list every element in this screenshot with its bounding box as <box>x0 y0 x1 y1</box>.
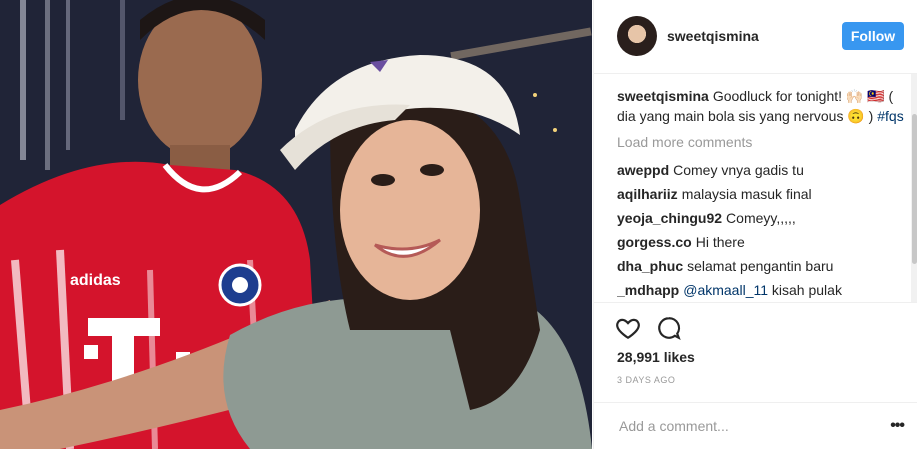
caption: sweetqismina Goodluck for tonight! 🙌🏻 🇲🇾 … <box>617 86 909 126</box>
header-username[interactable]: sweetqismina <box>667 28 759 44</box>
comment-username[interactable]: aweppd <box>617 162 669 178</box>
post-sidebar: sweetqismina Follow sweetqismina Goodluck… <box>593 0 917 449</box>
scrollbar-thumb[interactable] <box>912 114 917 264</box>
post-actions: 28,991 likes 3 DAYS AGO <box>594 302 917 402</box>
post-header: sweetqismina Follow <box>594 0 917 74</box>
follow-button[interactable]: Follow <box>842 22 904 50</box>
heart-icon[interactable] <box>615 315 641 341</box>
comment-username[interactable]: dha_phuc <box>617 258 683 274</box>
comment-item: aweppd Comey vnya gadis tu <box>617 160 909 180</box>
comment-item: gorgess.co Hi there <box>617 232 909 252</box>
avatar[interactable] <box>617 16 657 56</box>
comment-mention[interactable]: @akmaall_11 <box>683 282 768 298</box>
comment-text: Comeyy,,,,, <box>726 210 796 226</box>
comment-text: Hi there <box>695 234 745 250</box>
comment-item: dha_phuc selamat pengantin baru <box>617 256 909 276</box>
comment-item: yeoja_chingu92 Comeyy,,,,, <box>617 208 909 228</box>
comment-text: Comey vnya gadis tu <box>673 162 804 178</box>
svg-text:adidas: adidas <box>70 272 121 289</box>
caption-hashtag[interactable]: #fqs <box>877 108 903 124</box>
comment-text: selamat pengantin baru <box>687 258 834 274</box>
comment-username[interactable]: gorgess.co <box>617 234 692 250</box>
comment-item: _mdhapp @akmaall_11 kisah pulak <box>617 280 909 300</box>
caption-username[interactable]: sweetqismina <box>617 88 709 104</box>
comment-item: aqilhariiz malaysia masuk final <box>617 184 909 204</box>
add-comment-bar: ••• <box>594 402 917 449</box>
comment-list: sweetqismina Goodluck for tonight! 🙌🏻 🇲🇾 … <box>617 86 909 302</box>
post-date[interactable]: 3 DAYS AGO <box>617 375 675 385</box>
comment-icon[interactable] <box>656 315 682 341</box>
comments-scrollbar[interactable] <box>911 74 917 302</box>
post-photo[interactable]: adidas <box>0 0 592 449</box>
comment-username[interactable]: aqilhariiz <box>617 186 678 202</box>
more-options-icon[interactable]: ••• <box>890 417 905 435</box>
comment-username[interactable]: _mdhapp <box>617 282 679 298</box>
comment-text: malaysia masuk final <box>681 186 812 202</box>
photo-illustration: adidas <box>0 0 592 449</box>
likes-count[interactable]: 28,991 likes <box>617 349 695 365</box>
add-comment-input[interactable] <box>617 413 861 439</box>
comment-text: kisah pulak <box>771 282 842 298</box>
load-more-comments[interactable]: Load more comments <box>617 132 909 152</box>
comment-username[interactable]: yeoja_chingu92 <box>617 210 722 226</box>
